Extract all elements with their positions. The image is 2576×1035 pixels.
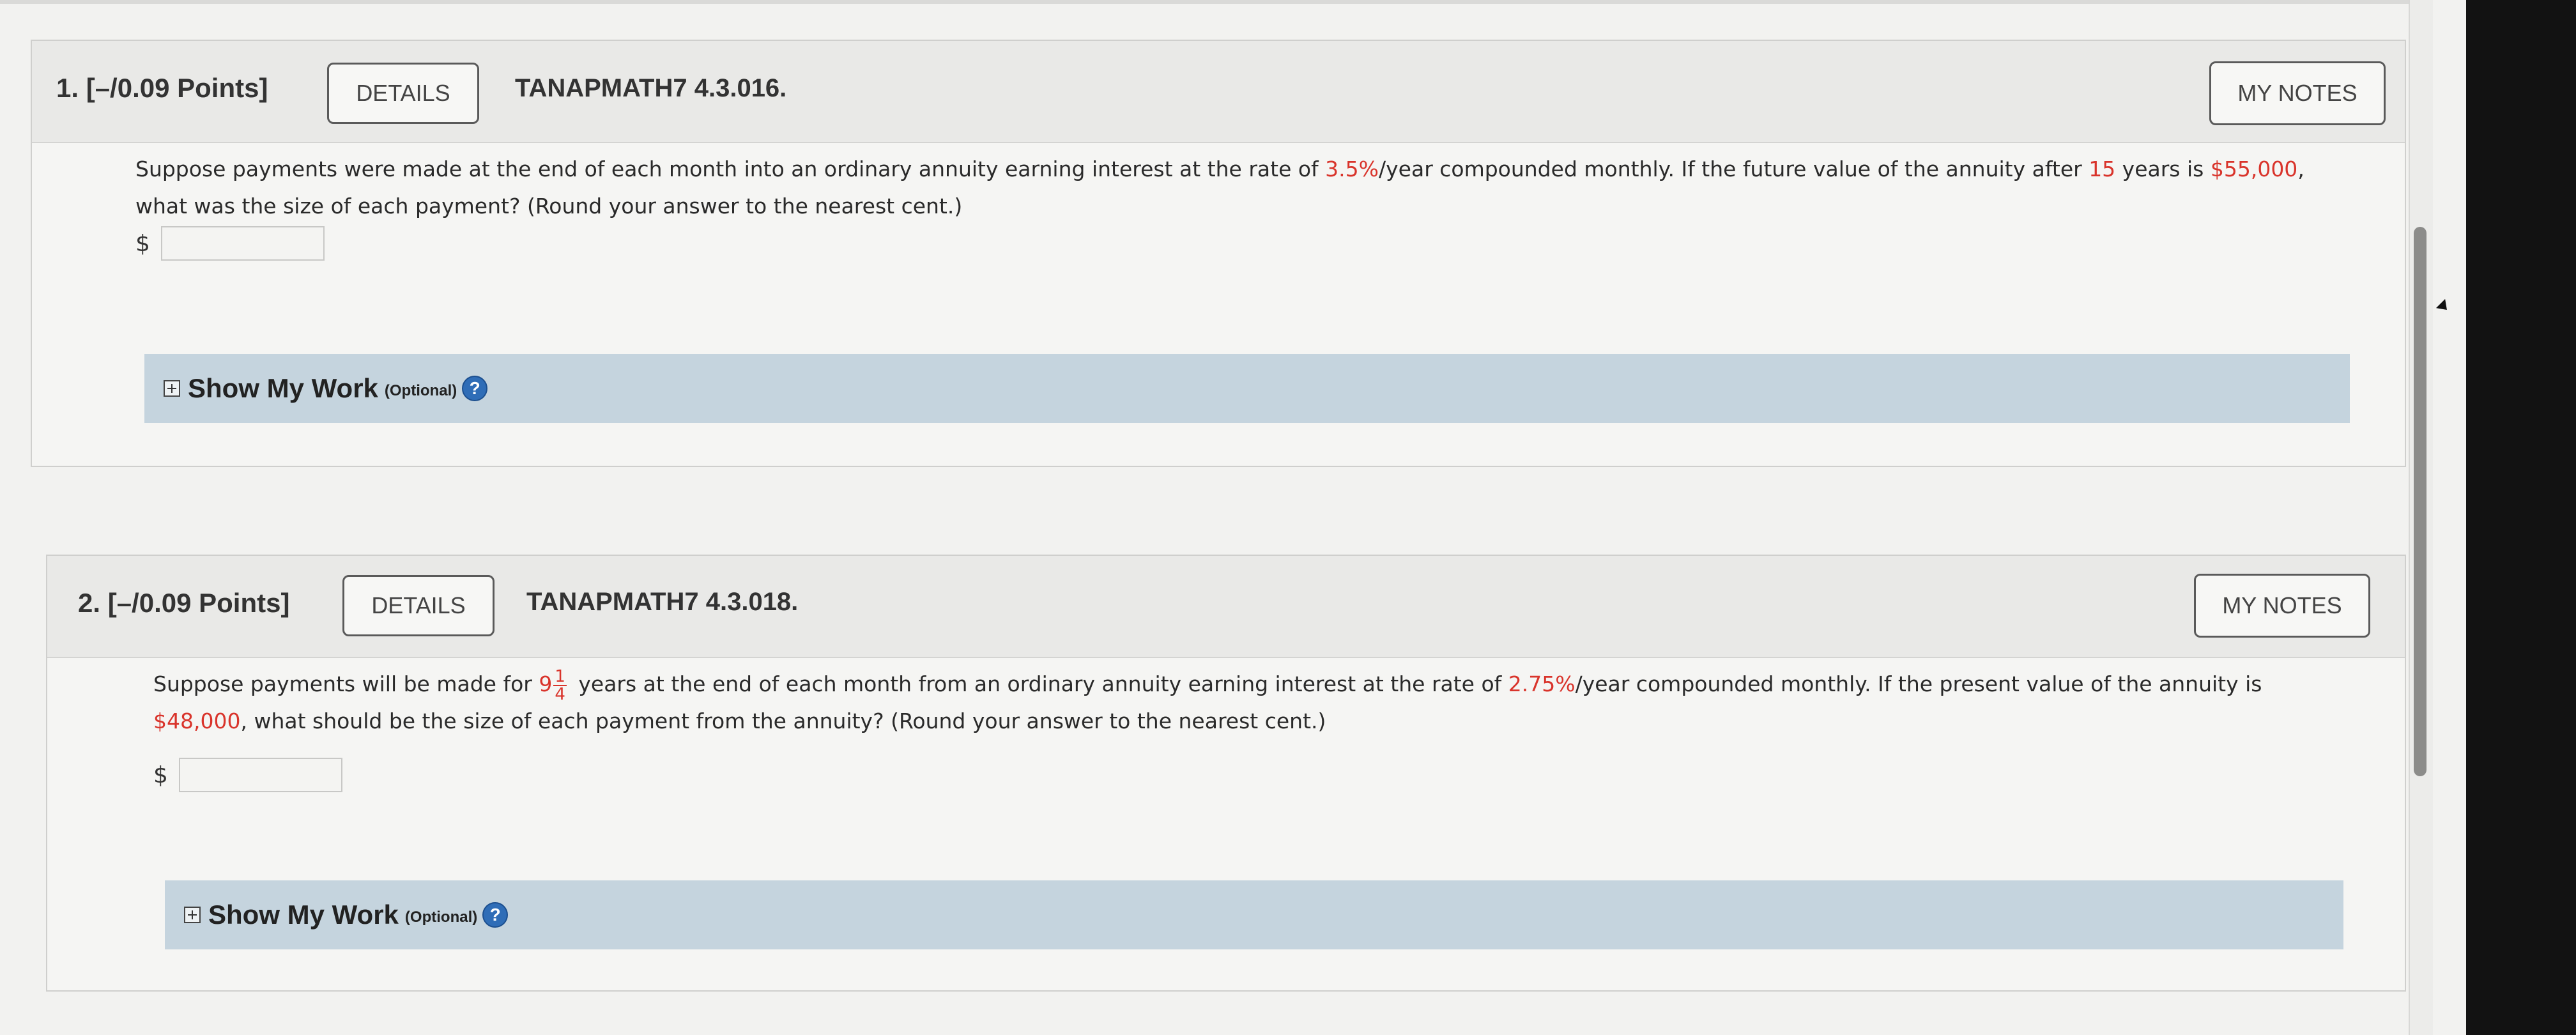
years-whole: 9 bbox=[539, 671, 553, 696]
text-part: /year compounded monthly. If the future … bbox=[1379, 157, 2089, 181]
answer-row: $ bbox=[135, 226, 325, 261]
fraction-numerator: 1 bbox=[553, 666, 567, 686]
question-header: 1. [–/0.09 Points] DETAILS TANAPMATH7 4.… bbox=[32, 41, 2405, 143]
screen-edge bbox=[2466, 0, 2576, 1035]
future-value-amount: $55,000 bbox=[2210, 157, 2298, 181]
question-1: 1. [–/0.09 Points] DETAILS TANAPMATH7 4.… bbox=[31, 40, 2406, 467]
text-part: Suppose payments were made at the end of… bbox=[135, 157, 1326, 181]
question-points: [–/0.09 Points] bbox=[86, 73, 268, 103]
years-fraction: 14 bbox=[553, 668, 567, 703]
text-part: /year compounded monthly. If the present… bbox=[1575, 671, 2262, 696]
optional-label: (Optional) bbox=[404, 908, 478, 926]
question-2: 2. [–/0.09 Points] DETAILS TANAPMATH7 4.… bbox=[46, 555, 2406, 992]
text-part: , what should be the size of each paymen… bbox=[240, 709, 1326, 733]
show-my-work-bar[interactable]: Show My Work (Optional) ? bbox=[144, 354, 2350, 423]
question-text: Suppose payments will be made for 914 ye… bbox=[153, 666, 2354, 740]
expand-plus-icon[interactable] bbox=[164, 380, 180, 397]
years-value: 15 bbox=[2089, 157, 2116, 181]
question-index: 2. bbox=[78, 588, 101, 618]
text-part: years at the end of each month from an o… bbox=[571, 671, 1508, 696]
present-value-amount: $48,000 bbox=[153, 709, 241, 733]
question-code: TANAPMATH7 4.3.018. bbox=[526, 588, 799, 616]
my-notes-button[interactable]: MY NOTES bbox=[2194, 574, 2370, 638]
expand-plus-icon[interactable] bbox=[184, 907, 201, 923]
question-number: 2. [–/0.09 Points] bbox=[78, 588, 289, 618]
question-index: 1. bbox=[56, 73, 79, 103]
interest-rate: 2.75% bbox=[1508, 671, 1575, 696]
show-my-work-label[interactable]: Show My Work bbox=[188, 373, 378, 404]
answer-input[interactable] bbox=[179, 758, 342, 792]
help-icon[interactable]: ? bbox=[462, 376, 488, 401]
interest-rate: 3.5% bbox=[1325, 157, 1379, 181]
question-text: Suppose payments were made at the end of… bbox=[135, 151, 2354, 225]
show-my-work-bar[interactable]: Show My Work (Optional) ? bbox=[165, 880, 2343, 949]
text-part: Suppose payments will be made for bbox=[153, 671, 539, 696]
optional-label: (Optional) bbox=[384, 382, 457, 399]
details-button[interactable]: DETAILS bbox=[327, 63, 479, 124]
currency-symbol: $ bbox=[135, 230, 150, 257]
details-button[interactable]: DETAILS bbox=[342, 575, 494, 636]
scrollbar-thumb[interactable] bbox=[2414, 227, 2426, 776]
my-notes-button[interactable]: MY NOTES bbox=[2209, 61, 2386, 125]
fraction-denominator: 4 bbox=[555, 684, 565, 704]
question-points: [–/0.09 Points] bbox=[107, 588, 290, 618]
help-icon[interactable]: ? bbox=[482, 902, 509, 928]
answer-input[interactable] bbox=[161, 226, 325, 261]
show-my-work-label[interactable]: Show My Work bbox=[208, 900, 399, 930]
question-header: 2. [–/0.09 Points] DETAILS TANAPMATH7 4.… bbox=[47, 556, 2405, 658]
answer-row: $ bbox=[153, 758, 342, 792]
text-part: years is bbox=[2115, 157, 2211, 181]
currency-symbol: $ bbox=[153, 762, 168, 788]
top-divider bbox=[0, 0, 2409, 4]
question-number: 1. [–/0.09 Points] bbox=[56, 73, 268, 103]
question-code: TANAPMATH7 4.3.016. bbox=[515, 74, 787, 102]
